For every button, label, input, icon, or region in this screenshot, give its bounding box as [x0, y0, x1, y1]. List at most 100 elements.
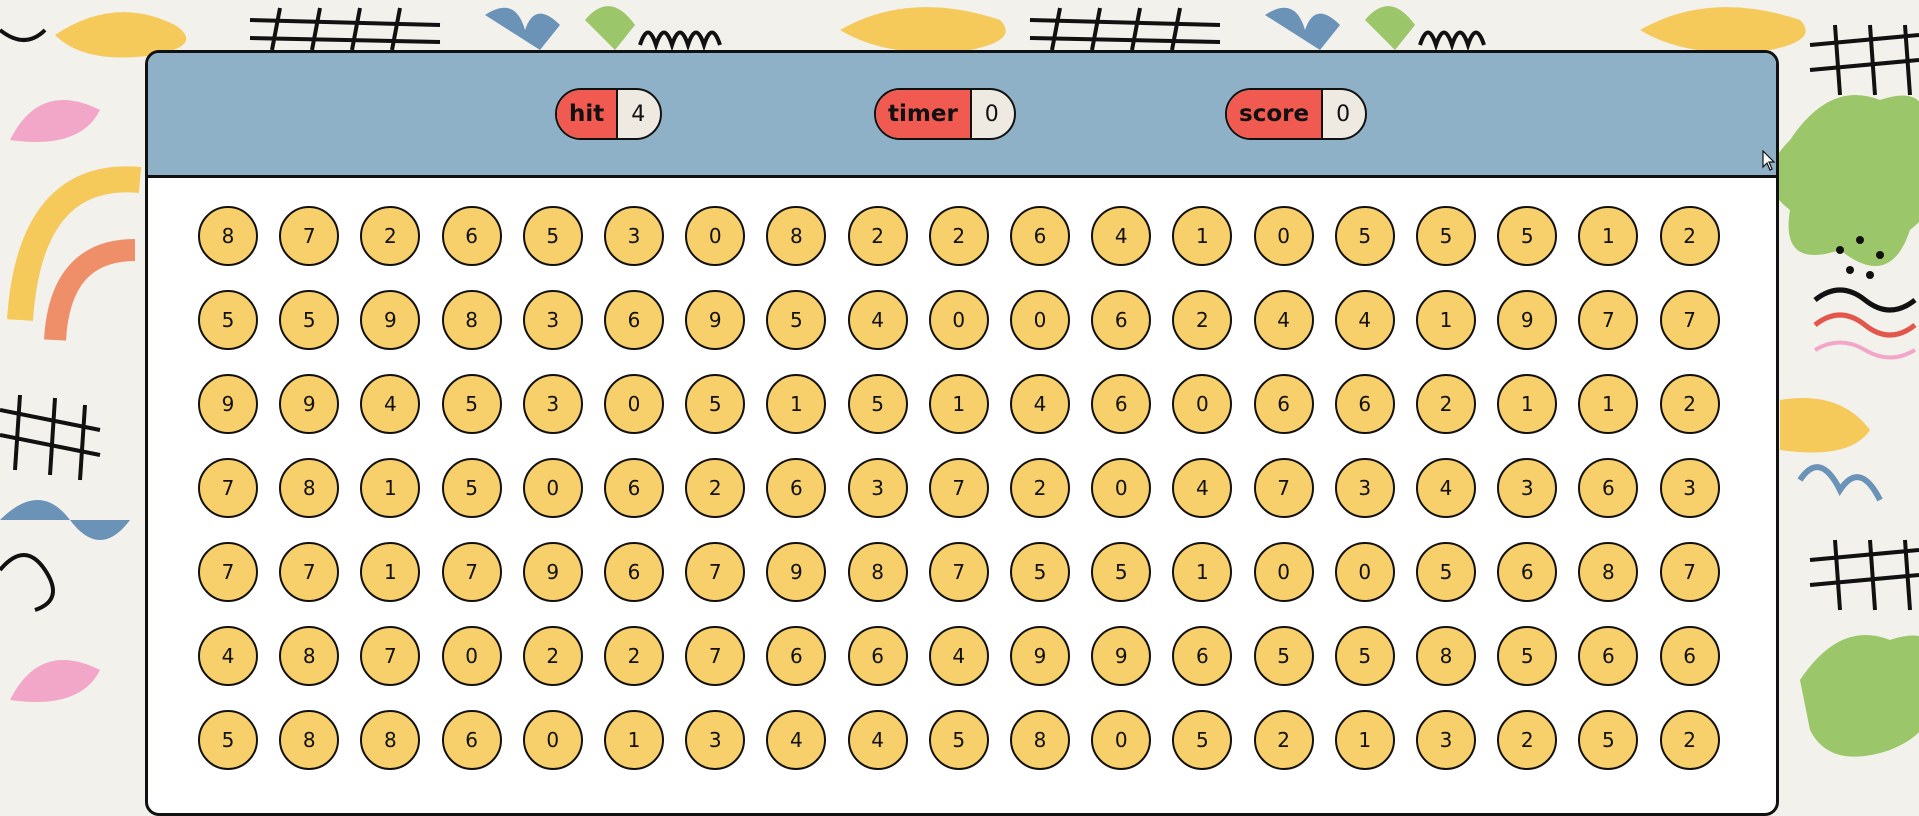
mole-hole[interactable]: 7: [198, 458, 258, 518]
mole-hole[interactable]: 6: [1253, 374, 1314, 434]
mole-hole[interactable]: 1: [1497, 374, 1558, 434]
mole-hole[interactable]: 5: [1334, 206, 1395, 266]
mole-hole[interactable]: 0: [1010, 290, 1070, 350]
mole-hole[interactable]: 4: [1416, 458, 1476, 518]
mole-hole[interactable]: 3: [1334, 458, 1395, 518]
mole-hole[interactable]: 1: [604, 710, 664, 770]
mole-hole[interactable]: 1: [1578, 374, 1639, 434]
mole-hole[interactable]: 4: [360, 374, 421, 434]
mole-hole[interactable]: 0: [522, 458, 583, 518]
mole-hole[interactable]: 6: [604, 290, 664, 350]
mole-hole[interactable]: 7: [685, 626, 746, 686]
mole-hole[interactable]: 6: [1497, 542, 1558, 602]
mole-hole[interactable]: 5: [766, 290, 827, 350]
mole-hole[interactable]: 4: [847, 710, 908, 770]
mole-hole[interactable]: 6: [441, 710, 502, 770]
mole-hole[interactable]: 2: [1659, 206, 1720, 266]
mole-hole[interactable]: 8: [279, 710, 340, 770]
mole-hole[interactable]: 5: [685, 374, 746, 434]
mole-hole[interactable]: 1: [1578, 206, 1639, 266]
mole-hole[interactable]: 7: [1578, 290, 1639, 350]
mole-hole[interactable]: 5: [1416, 542, 1476, 602]
mole-hole[interactable]: 5: [522, 206, 583, 266]
mole-hole[interactable]: 2: [1172, 290, 1233, 350]
mole-hole[interactable]: 5: [1497, 206, 1558, 266]
mole-hole[interactable]: 1: [1416, 290, 1476, 350]
mole-hole[interactable]: 0: [1091, 710, 1152, 770]
mole-hole[interactable]: 2: [1253, 710, 1314, 770]
mole-hole[interactable]: 0: [1253, 206, 1314, 266]
mole-hole[interactable]: 6: [1091, 290, 1152, 350]
mole-hole[interactable]: 5: [1091, 542, 1152, 602]
mole-hole[interactable]: 6: [441, 206, 502, 266]
mole-hole[interactable]: 3: [604, 206, 664, 266]
mole-hole[interactable]: 8: [360, 710, 421, 770]
mole-hole[interactable]: 4: [766, 710, 827, 770]
mole-hole[interactable]: 3: [847, 458, 908, 518]
mole-hole[interactable]: 3: [685, 710, 746, 770]
mole-hole[interactable]: 9: [360, 290, 421, 350]
mole-hole[interactable]: 5: [1578, 710, 1639, 770]
mole-hole[interactable]: 0: [1334, 542, 1395, 602]
mole-hole[interactable]: 9: [1497, 290, 1558, 350]
mole-hole[interactable]: 7: [685, 542, 746, 602]
mole-hole[interactable]: 4: [847, 290, 908, 350]
mole-hole[interactable]: 4: [1253, 290, 1314, 350]
mole-hole[interactable]: 5: [198, 290, 258, 350]
mole-hole[interactable]: 9: [198, 374, 258, 434]
mole-hole[interactable]: 7: [441, 542, 502, 602]
mole-hole[interactable]: 5: [1172, 710, 1233, 770]
mole-hole[interactable]: 0: [522, 710, 583, 770]
mole-hole[interactable]: 5: [1253, 626, 1314, 686]
mole-hole[interactable]: 0: [1172, 374, 1233, 434]
mole-hole[interactable]: 7: [279, 206, 340, 266]
mole-hole[interactable]: 6: [1091, 374, 1152, 434]
mole-hole[interactable]: 0: [604, 374, 664, 434]
mole-hole[interactable]: 8: [279, 458, 340, 518]
mole-hole[interactable]: 8: [1416, 626, 1476, 686]
mole-hole[interactable]: 6: [1659, 626, 1720, 686]
mole-hole[interactable]: 6: [847, 626, 908, 686]
mole-hole[interactable]: 5: [441, 458, 502, 518]
mole-hole[interactable]: 3: [1659, 458, 1720, 518]
mole-hole[interactable]: 1: [360, 458, 421, 518]
mole-hole[interactable]: 8: [1010, 710, 1070, 770]
mole-hole[interactable]: 6: [1578, 458, 1639, 518]
mole-hole[interactable]: 1: [360, 542, 421, 602]
mole-hole[interactable]: 6: [604, 542, 664, 602]
mole-hole[interactable]: 8: [279, 626, 340, 686]
mole-hole[interactable]: 5: [847, 374, 908, 434]
mole-hole[interactable]: 7: [360, 626, 421, 686]
mole-hole[interactable]: 5: [1010, 542, 1070, 602]
mole-hole[interactable]: 4: [1010, 374, 1070, 434]
mole-hole[interactable]: 7: [1659, 290, 1720, 350]
mole-hole[interactable]: 7: [928, 458, 989, 518]
mole-hole[interactable]: 6: [766, 458, 827, 518]
mole-hole[interactable]: 4: [1172, 458, 1233, 518]
mole-hole[interactable]: 5: [928, 710, 989, 770]
mole-hole[interactable]: 1: [928, 374, 989, 434]
mole-hole[interactable]: 2: [1659, 710, 1720, 770]
mole-hole[interactable]: 4: [1334, 290, 1395, 350]
mole-hole[interactable]: 9: [279, 374, 340, 434]
mole-hole[interactable]: 6: [1172, 626, 1233, 686]
mole-hole[interactable]: 1: [1334, 710, 1395, 770]
mole-hole[interactable]: 2: [1416, 374, 1476, 434]
mole-hole[interactable]: 2: [522, 626, 583, 686]
mole-hole[interactable]: 7: [1253, 458, 1314, 518]
mole-hole[interactable]: 2: [604, 626, 664, 686]
mole-hole[interactable]: 0: [685, 206, 746, 266]
mole-hole[interactable]: 6: [604, 458, 664, 518]
mole-hole[interactable]: 8: [198, 206, 258, 266]
mole-hole[interactable]: 1: [1172, 542, 1233, 602]
mole-hole[interactable]: 4: [928, 626, 989, 686]
mole-hole[interactable]: 2: [360, 206, 421, 266]
mole-hole[interactable]: 9: [685, 290, 746, 350]
mole-hole[interactable]: 7: [279, 542, 340, 602]
mole-hole[interactable]: 2: [1659, 374, 1720, 434]
mole-hole[interactable]: 8: [766, 206, 827, 266]
mole-hole[interactable]: 0: [1253, 542, 1314, 602]
mole-hole[interactable]: 6: [1578, 626, 1639, 686]
mole-hole[interactable]: 0: [1091, 458, 1152, 518]
mole-hole[interactable]: 0: [441, 626, 502, 686]
